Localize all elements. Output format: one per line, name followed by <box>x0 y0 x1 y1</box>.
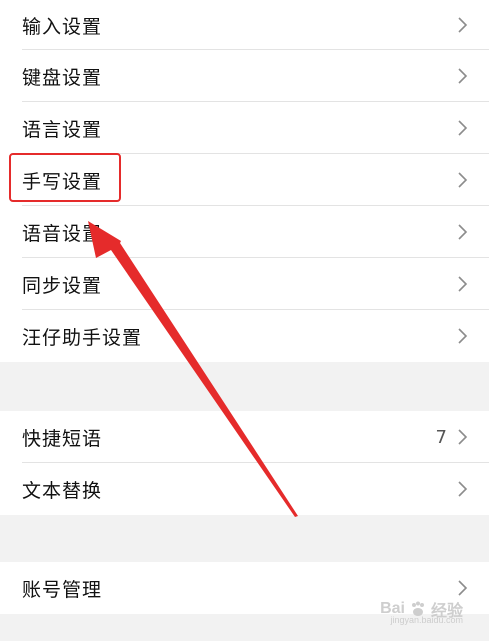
quick-phrase-count: 7 <box>435 426 447 448</box>
settings-group-2: 快捷短语 7 文本替换 <box>0 411 489 515</box>
chevron-right-icon <box>458 481 468 497</box>
chevron-right-icon <box>458 580 468 596</box>
chevron-right-icon <box>458 172 468 188</box>
chevron-right-icon <box>458 224 468 240</box>
chevron-right-icon <box>458 17 468 33</box>
section-gap <box>0 515 489 562</box>
settings-item-language[interactable]: 语言设置 <box>0 102 489 154</box>
settings-item-keyboard[interactable]: 键盘设置 <box>0 50 489 102</box>
settings-item-sync[interactable]: 同步设置 <box>0 258 489 310</box>
chevron-right-icon <box>458 120 468 136</box>
settings-item-label: 语音设置 <box>22 222 103 245</box>
chevron-right-icon <box>458 68 468 84</box>
watermark-subtitle: jingyan.baidu.com <box>390 615 463 625</box>
settings-item-input[interactable]: 输入设置 <box>0 0 489 50</box>
settings-group-1: 输入设置 键盘设置 语言设置 手写设置 语音设置 同步设置 汪仔助手设置 <box>0 0 489 362</box>
chevron-right-icon <box>458 429 468 445</box>
settings-item-label: 文本替换 <box>22 479 103 502</box>
settings-item-label: 手写设置 <box>22 170 103 193</box>
settings-item-quick-phrases[interactable]: 快捷短语 7 <box>0 411 489 463</box>
settings-item-label: 快捷短语 <box>22 427 103 450</box>
settings-item-label: 键盘设置 <box>22 66 103 89</box>
settings-item-label: 语言设置 <box>22 118 103 141</box>
settings-item-text-replacement[interactable]: 文本替换 <box>0 463 489 515</box>
settings-item-label: 汪仔助手设置 <box>22 326 143 349</box>
section-gap <box>0 362 489 411</box>
settings-item-label: 输入设置 <box>22 15 103 38</box>
settings-item-assistant[interactable]: 汪仔助手设置 <box>0 310 489 362</box>
settings-item-label: 账号管理 <box>22 578 103 601</box>
settings-item-label: 同步设置 <box>22 274 103 297</box>
chevron-right-icon <box>458 328 468 344</box>
settings-item-handwriting[interactable]: 手写设置 <box>0 154 489 206</box>
settings-item-voice[interactable]: 语音设置 <box>0 206 489 258</box>
baidu-watermark: Bai 经验 jingyan.baidu.com <box>380 597 463 625</box>
chevron-right-icon <box>458 276 468 292</box>
